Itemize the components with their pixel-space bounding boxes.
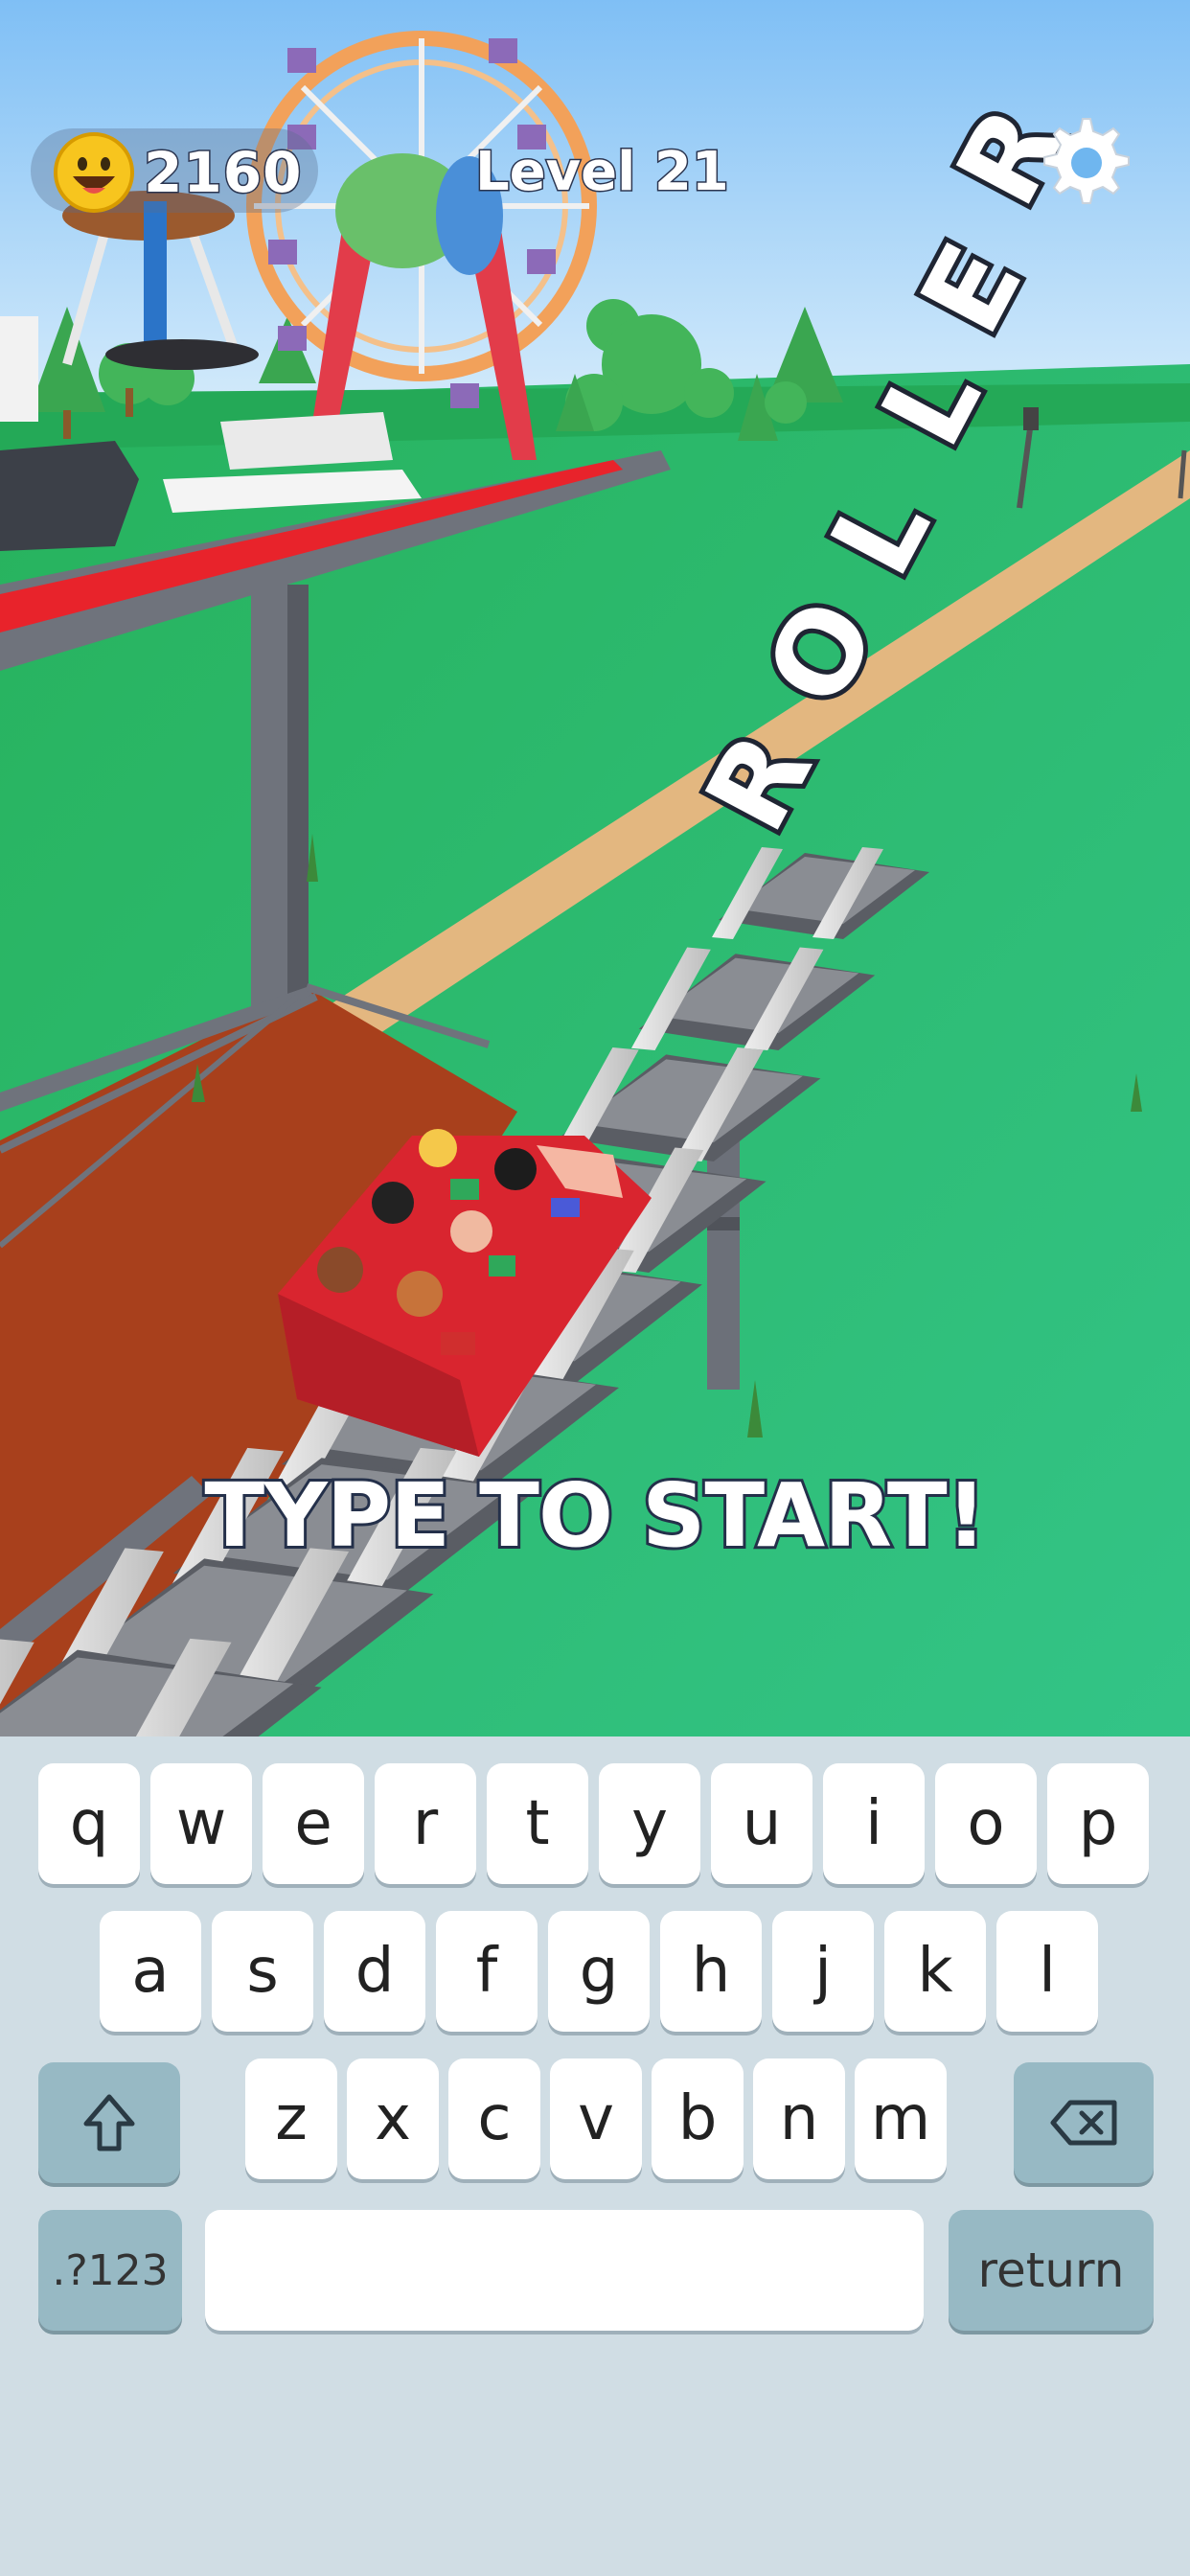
dark-building — [0, 441, 139, 551]
key-m[interactable]: m — [855, 2058, 947, 2179]
key-d[interactable]: d — [324, 1911, 425, 2032]
key-q[interactable]: q — [38, 1763, 140, 1884]
on-screen-keyboard: qwertyuiop asdfghjkl zxcvbnm .?123 retur… — [0, 1736, 1190, 2576]
level-label: Level 21 — [474, 140, 731, 205]
key-i[interactable]: i — [823, 1763, 925, 1884]
key-a[interactable]: a — [100, 1911, 201, 2032]
shift-arrow-icon — [83, 2094, 135, 2151]
key-g[interactable]: g — [548, 1911, 650, 2032]
key-e[interactable]: e — [263, 1763, 364, 1884]
key-u[interactable]: u — [711, 1763, 812, 1884]
type-to-start-prompt: TYPE TO START! — [201, 1461, 989, 1570]
key-t[interactable]: t — [487, 1763, 588, 1884]
key-l[interactable]: l — [996, 1911, 1098, 2032]
key-f[interactable]: f — [436, 1911, 538, 2032]
key-h[interactable]: h — [660, 1911, 762, 2032]
key-r[interactable]: r — [375, 1763, 476, 1884]
key-v[interactable]: v — [550, 2058, 642, 2179]
numbers-key[interactable]: .?123 — [38, 2210, 182, 2331]
coin-count: 2160 — [142, 139, 303, 207]
key-s[interactable]: s — [212, 1911, 313, 2032]
shift-key[interactable] — [38, 2062, 180, 2183]
gear-icon[interactable] — [1033, 113, 1133, 213]
delete-key[interactable] — [1014, 2062, 1154, 2183]
smiley-coin-icon — [54, 132, 134, 213]
key-p[interactable]: p — [1047, 1763, 1149, 1884]
return-key[interactable]: return — [949, 2210, 1154, 2331]
key-c[interactable]: c — [448, 2058, 540, 2179]
game-scene: 2160 Level 21 ROLLER TYPE TO START! — [0, 0, 1190, 1736]
backspace-icon — [1050, 2100, 1117, 2146]
space-bar[interactable] — [205, 2210, 924, 2331]
key-o[interactable]: o — [935, 1763, 1037, 1884]
key-w[interactable]: w — [150, 1763, 252, 1884]
key-n[interactable]: n — [753, 2058, 845, 2179]
key-k[interactable]: k — [884, 1911, 986, 2032]
key-b[interactable]: b — [652, 2058, 744, 2179]
key-z[interactable]: z — [245, 2058, 337, 2179]
key-x[interactable]: x — [347, 2058, 439, 2179]
key-j[interactable]: j — [772, 1911, 874, 2032]
key-y[interactable]: y — [599, 1763, 700, 1884]
